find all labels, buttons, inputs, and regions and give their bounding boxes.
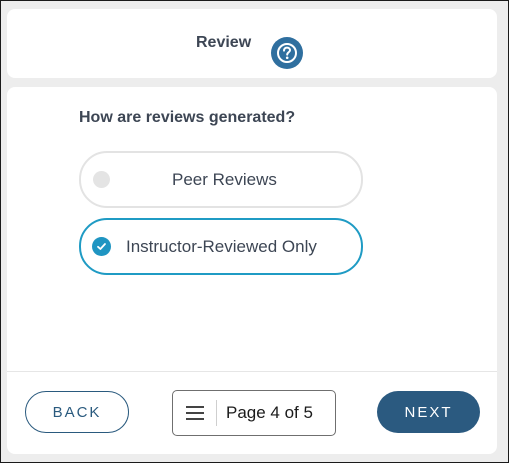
page-indicator: Page 4 of 5 (226, 403, 313, 422)
hamburger-menu-icon[interactable] (186, 406, 204, 420)
page-navigator[interactable]: Page 4 of 5 (172, 390, 336, 436)
option-peer-reviews[interactable]: Peer Reviews (79, 151, 363, 208)
checkmark-icon (97, 243, 106, 250)
help-button[interactable] (271, 37, 303, 69)
header-card: Review (7, 9, 497, 78)
footer-divider (7, 371, 497, 372)
page-title: Review (196, 34, 252, 51)
page-divider (216, 400, 217, 426)
back-button[interactable]: BACK (25, 391, 129, 433)
option-label: Peer Reviews (172, 169, 277, 189)
question-text: How are reviews generated? (79, 109, 296, 126)
next-button[interactable]: NEXT (377, 391, 480, 433)
question-circle-icon (277, 43, 297, 63)
question-card: How are reviews generated? Peer Reviews … (7, 87, 497, 454)
app-frame: Review How are reviews generated? Peer R… (0, 0, 509, 463)
radio-unselected-icon (93, 171, 110, 188)
option-instructor-reviewed-only[interactable]: Instructor-Reviewed Only (79, 218, 363, 275)
option-label: Instructor-Reviewed Only (126, 236, 317, 256)
check-circle-icon (92, 237, 111, 256)
